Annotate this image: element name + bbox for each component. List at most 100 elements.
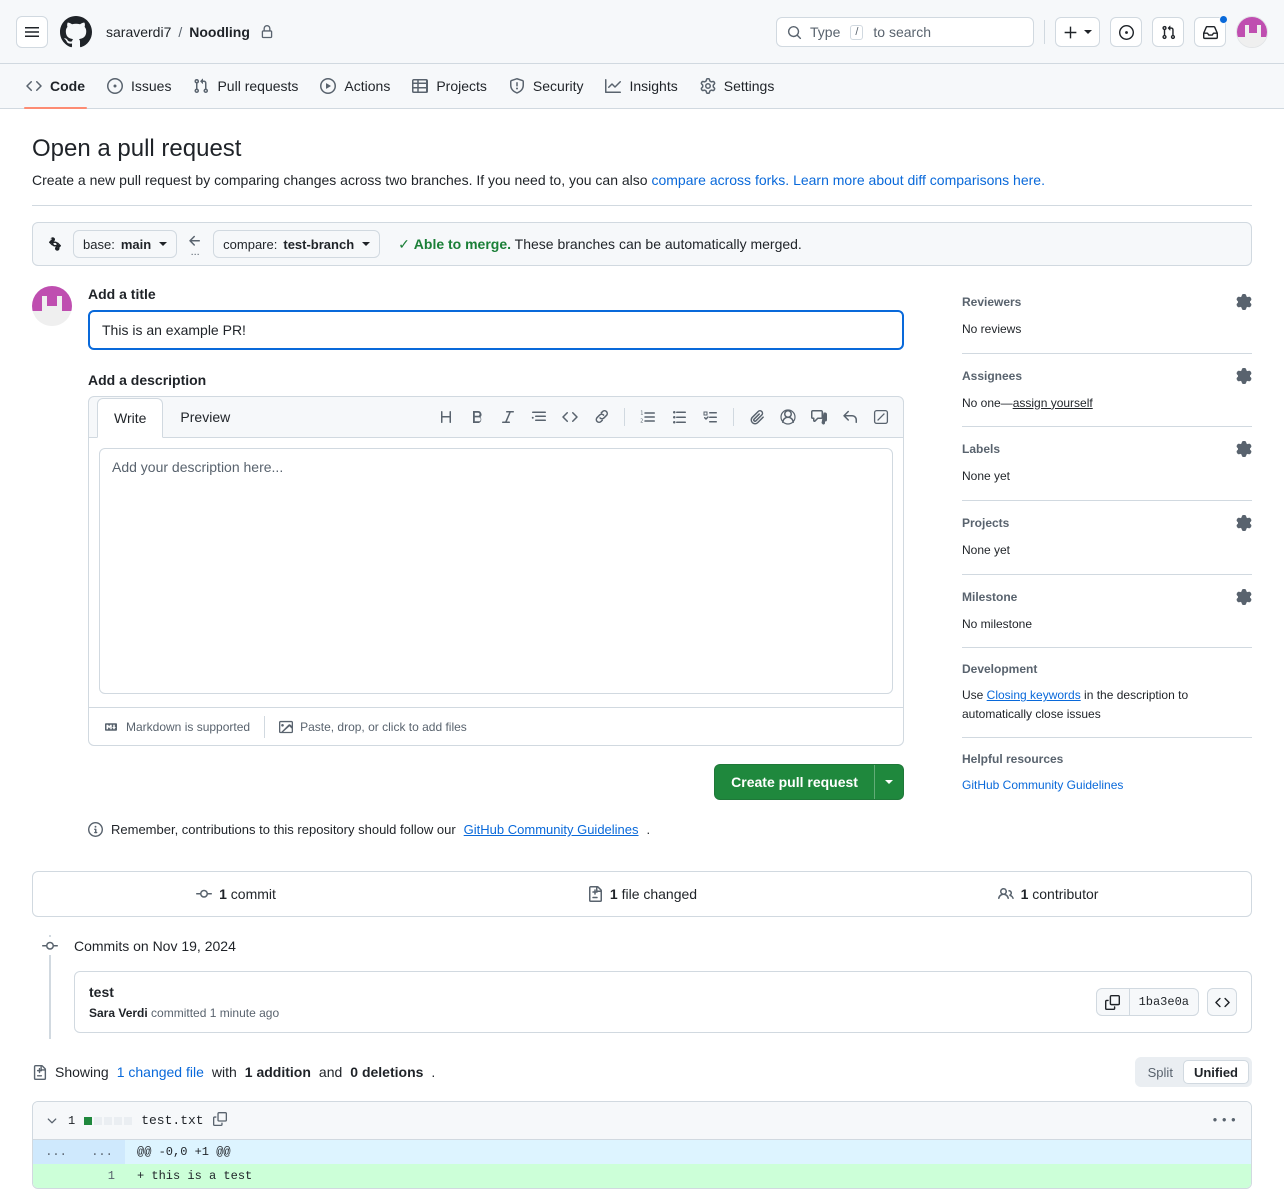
assignees-title: Assignees bbox=[962, 369, 1022, 383]
nav-item-issues[interactable]: Issues bbox=[97, 64, 181, 109]
search-input[interactable]: Type / to search bbox=[776, 17, 1034, 47]
mention-icon[interactable] bbox=[774, 403, 802, 431]
create-new-button[interactable] bbox=[1055, 17, 1100, 47]
attach-files-icon[interactable] bbox=[743, 403, 771, 431]
nav-item-security[interactable]: Security bbox=[499, 64, 594, 109]
stat-files-changed[interactable]: 1 file changed bbox=[439, 886, 845, 902]
ordered-list-icon[interactable]: 12 bbox=[634, 403, 662, 431]
development-header: Development bbox=[962, 662, 1252, 676]
nav-item-insights[interactable]: Insights bbox=[595, 64, 687, 109]
editor-tab-bar: Write Preview bbox=[89, 397, 903, 438]
toolbar-separator bbox=[624, 408, 625, 426]
nav-item-actions[interactable]: Actions bbox=[310, 64, 400, 109]
add-files-note[interactable]: Paste, drop, or click to add files bbox=[264, 716, 481, 738]
tab-write[interactable]: Write bbox=[97, 398, 163, 438]
code-icon bbox=[26, 78, 42, 94]
create-pull-request-button[interactable]: Create pull request bbox=[714, 764, 904, 800]
reply-icon[interactable] bbox=[836, 403, 864, 431]
notifications-button[interactable] bbox=[1194, 17, 1226, 47]
task-list-icon[interactable] bbox=[696, 403, 724, 431]
chevron-down-icon[interactable] bbox=[45, 1114, 59, 1128]
nav-item-pull-requests[interactable]: Pull requests bbox=[183, 64, 308, 109]
sidebar-section-helpful-resources: Helpful resources GitHub Community Guide… bbox=[962, 738, 1252, 809]
helpful-guidelines-link[interactable]: GitHub Community Guidelines bbox=[962, 778, 1123, 792]
file-name[interactable]: test.txt bbox=[141, 1113, 203, 1128]
gear-icon[interactable] bbox=[1236, 515, 1252, 531]
file-diff-icon bbox=[32, 1065, 47, 1080]
gear-icon[interactable] bbox=[1236, 294, 1252, 310]
bold-icon[interactable] bbox=[463, 403, 491, 431]
development-title: Development bbox=[962, 662, 1037, 676]
stat-contributors[interactable]: 1 contributor bbox=[845, 886, 1251, 902]
guidelines-link[interactable]: GitHub Community Guidelines bbox=[464, 822, 639, 837]
toolbar-separator bbox=[733, 408, 734, 426]
github-logo-icon[interactable] bbox=[60, 16, 92, 48]
copy-path-icon[interactable] bbox=[213, 1112, 227, 1130]
base-branch-selector[interactable]: base:main bbox=[73, 230, 177, 258]
quote-icon[interactable] bbox=[525, 403, 553, 431]
nav-item-code[interactable]: Code bbox=[16, 64, 95, 109]
reference-icon[interactable] bbox=[805, 403, 833, 431]
nav-item-projects[interactable]: Projects bbox=[402, 64, 497, 109]
diff-deletions: 0 deletions bbox=[350, 1064, 423, 1080]
page-subtitle-text: Create a new pull request by comparing c… bbox=[32, 172, 651, 188]
pull-requests-button[interactable] bbox=[1152, 17, 1184, 47]
description-field-label: Add a description bbox=[88, 372, 904, 388]
add-files-label: Paste, drop, or click to add files bbox=[300, 720, 467, 734]
commit-author[interactable]: Sara Verdi bbox=[89, 1006, 148, 1020]
projects-header: Projects bbox=[962, 515, 1252, 531]
assign-yourself-link[interactable]: assign yourself bbox=[1013, 396, 1093, 410]
user-avatar[interactable] bbox=[1236, 16, 1268, 48]
file-more-options-button[interactable]: ••• bbox=[1211, 1114, 1239, 1128]
stat-commits[interactable]: 1 commit bbox=[33, 886, 439, 902]
commit-sha[interactable]: 1ba3e0a bbox=[1129, 989, 1198, 1015]
breadcrumb-separator: / bbox=[178, 24, 182, 40]
diff-view-split[interactable]: Split bbox=[1138, 1060, 1183, 1084]
tab-preview-label: Preview bbox=[180, 409, 230, 425]
sidebar-section-labels: Labels None yet bbox=[962, 427, 1252, 501]
tab-preview[interactable]: Preview bbox=[163, 397, 247, 437]
table-icon bbox=[412, 78, 428, 94]
saved-replies-icon[interactable] bbox=[867, 403, 895, 431]
heading-icon[interactable] bbox=[432, 403, 460, 431]
diff-additions: 1 addition bbox=[245, 1064, 311, 1080]
commit-meta: Sara Verdi committed 1 minute ago bbox=[89, 1006, 279, 1020]
changed-file-link[interactable]: 1 changed file bbox=[117, 1064, 204, 1080]
description-textarea[interactable] bbox=[99, 448, 893, 694]
page-content: Open a pull request Create a new pull re… bbox=[0, 133, 1284, 1189]
gear-icon[interactable] bbox=[1236, 589, 1252, 605]
compare-branch-selector[interactable]: compare:test-branch bbox=[213, 230, 380, 258]
markdown-supported-note[interactable]: Markdown is supported bbox=[89, 716, 264, 738]
commit-message[interactable]: test bbox=[89, 984, 279, 1000]
unordered-list-icon[interactable] bbox=[665, 403, 693, 431]
helpful-resources-header: Helpful resources bbox=[962, 752, 1252, 766]
diffstat-block-empty bbox=[104, 1117, 112, 1125]
commits-list: Commits on Nov 19, 2024 test Sara Verdi … bbox=[32, 935, 1252, 1033]
compare-across-forks-link[interactable]: compare across forks. bbox=[651, 172, 789, 188]
create-pull-request-dropdown[interactable] bbox=[874, 765, 903, 799]
svg-text:1: 1 bbox=[640, 411, 643, 417]
assignees-none-text: No one— bbox=[962, 396, 1013, 410]
compare-label: compare: bbox=[223, 237, 277, 252]
link-icon[interactable] bbox=[587, 403, 615, 431]
gear-icon[interactable] bbox=[1236, 368, 1252, 384]
title-input[interactable] bbox=[88, 310, 904, 350]
closing-keywords-link[interactable]: Closing keywords bbox=[987, 688, 1081, 702]
git-pull-request-icon bbox=[193, 78, 209, 94]
file-diff-header: 1 test.txt ••• bbox=[33, 1102, 1251, 1140]
code-icon[interactable] bbox=[556, 403, 584, 431]
issues-button[interactable] bbox=[1110, 17, 1142, 47]
navigation-menu-button[interactable] bbox=[16, 16, 48, 48]
breadcrumb-repo[interactable]: Noodling bbox=[189, 24, 250, 40]
breadcrumb-owner[interactable]: saraverdi7 bbox=[106, 24, 171, 40]
browse-repository-button[interactable] bbox=[1207, 988, 1237, 1016]
nav-item-settings[interactable]: Settings bbox=[690, 64, 785, 109]
copy-sha-button[interactable] bbox=[1097, 989, 1129, 1015]
italic-icon[interactable] bbox=[494, 403, 522, 431]
learn-more-diff-link[interactable]: Learn more about diff comparisons here. bbox=[793, 172, 1045, 188]
diff-view-unified[interactable]: Unified bbox=[1183, 1060, 1249, 1084]
diff-and-text: and bbox=[319, 1064, 342, 1080]
stat-commits-count: 1 bbox=[219, 886, 227, 902]
gear-icon[interactable] bbox=[1236, 441, 1252, 457]
diff-showing-prefix: Showing bbox=[55, 1064, 109, 1080]
